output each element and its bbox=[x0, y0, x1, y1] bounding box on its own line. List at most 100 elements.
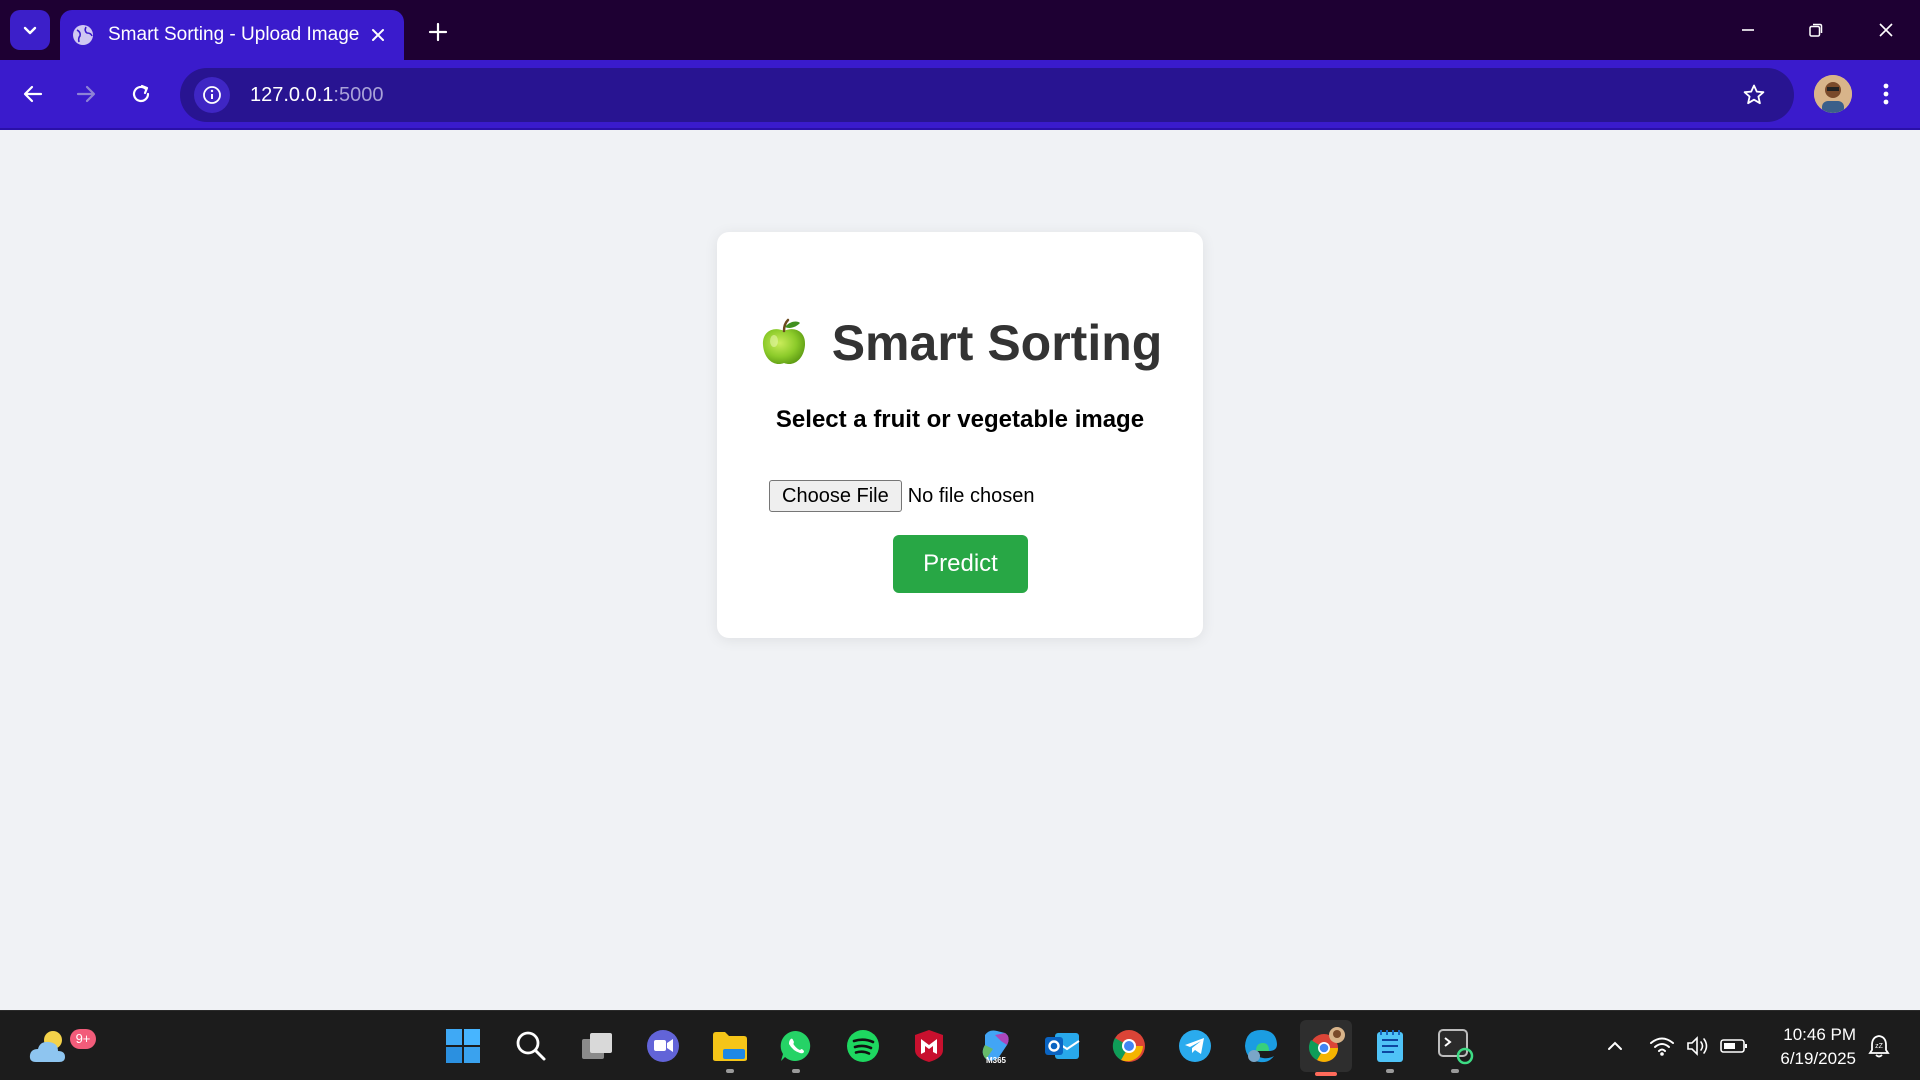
chrome-button[interactable] bbox=[1106, 1023, 1152, 1069]
windows-start-icon bbox=[446, 1029, 480, 1063]
site-info-button[interactable] bbox=[194, 77, 230, 113]
browser-menu-button[interactable] bbox=[1868, 74, 1904, 114]
green-apple-icon bbox=[762, 318, 805, 365]
file-status-text: No file chosen bbox=[907, 484, 1035, 507]
file-explorer-icon bbox=[713, 1032, 747, 1061]
plus-icon bbox=[428, 22, 448, 42]
telegram-button[interactable] bbox=[1172, 1023, 1218, 1069]
close-icon bbox=[1879, 23, 1893, 37]
start-button[interactable] bbox=[440, 1023, 486, 1069]
address-bar[interactable]: 127.0.0.1:5000 bbox=[180, 68, 1794, 122]
profile-avatar[interactable] bbox=[1814, 75, 1852, 113]
outlook-icon bbox=[1045, 1033, 1080, 1059]
outlook-button[interactable] bbox=[1039, 1023, 1085, 1069]
teams-icon bbox=[647, 1030, 679, 1062]
task-view-button[interactable] bbox=[574, 1023, 620, 1069]
tab-title: Smart Sorting - Upload Image bbox=[108, 24, 360, 45]
bookmark-button[interactable] bbox=[1736, 77, 1772, 113]
clock-date: 6/19/2025 bbox=[1780, 1049, 1856, 1068]
spotify-button[interactable] bbox=[840, 1023, 886, 1069]
minimize-button[interactable] bbox=[1728, 10, 1768, 50]
choose-file-button[interactable]: Choose File bbox=[769, 480, 902, 512]
running-indicator bbox=[1386, 1069, 1394, 1073]
chrome-profile-button[interactable] bbox=[1300, 1020, 1352, 1076]
browser-toolbar: 127.0.0.1:5000 bbox=[0, 60, 1920, 130]
arrow-right-icon bbox=[76, 85, 96, 103]
url-host: 127.0.0.1 bbox=[250, 83, 334, 106]
tab-close-button[interactable] bbox=[364, 21, 392, 49]
more-vert-icon bbox=[1883, 83, 1889, 105]
weather-cloud-icon bbox=[29, 1031, 65, 1062]
show-hidden-icons-button[interactable] bbox=[1600, 1031, 1630, 1061]
chevron-up-icon bbox=[1608, 1041, 1622, 1050]
chevron-down-icon bbox=[23, 26, 37, 35]
tab-search-button[interactable] bbox=[10, 10, 50, 50]
chrome-profile-icon bbox=[1308, 1027, 1345, 1062]
restore-icon bbox=[1809, 23, 1823, 37]
file-input[interactable]: Choose File No file chosen bbox=[769, 480, 1034, 512]
whatsapp-button[interactable] bbox=[773, 1023, 819, 1073]
active-indicator bbox=[1315, 1072, 1337, 1076]
spotify-icon bbox=[847, 1030, 879, 1062]
battery-icon bbox=[1720, 1039, 1747, 1053]
close-window-button[interactable] bbox=[1866, 10, 1906, 50]
weather-widget[interactable]: 9+ bbox=[24, 1021, 96, 1071]
star-icon bbox=[1743, 84, 1765, 105]
back-button[interactable] bbox=[13, 74, 53, 114]
notification-bell-icon: zZ bbox=[1868, 1035, 1890, 1058]
volume-button[interactable] bbox=[1683, 1031, 1713, 1061]
minimize-icon bbox=[1742, 29, 1754, 31]
volume-icon bbox=[1687, 1036, 1708, 1056]
edge-button[interactable] bbox=[1238, 1023, 1284, 1069]
url-text: 127.0.0.1:5000 bbox=[250, 84, 383, 107]
chrome-icon bbox=[1112, 1030, 1145, 1062]
upload-instruction: Select a fruit or vegetable image bbox=[775, 406, 1145, 433]
mcafee-button[interactable] bbox=[906, 1023, 952, 1069]
terminal-button[interactable] bbox=[1432, 1023, 1478, 1073]
search-icon bbox=[516, 1031, 546, 1061]
notepad-button[interactable] bbox=[1367, 1023, 1413, 1073]
url-port: :5000 bbox=[333, 83, 384, 106]
m365-copilot-button[interactable]: M365 bbox=[973, 1023, 1019, 1069]
running-indicator bbox=[792, 1069, 800, 1073]
page-viewport: Smart Sorting Select a fruit or vegetabl… bbox=[0, 132, 1920, 1010]
arrow-left-icon bbox=[23, 85, 43, 103]
notification-center-button[interactable]: zZ bbox=[1864, 1031, 1894, 1061]
edge-icon bbox=[1245, 1030, 1277, 1063]
windows-taskbar: 9+ M365 10:46 PM 6/19/2025 zZ bbox=[0, 1010, 1920, 1080]
close-icon bbox=[372, 29, 384, 41]
new-tab-button[interactable] bbox=[420, 14, 456, 50]
mcafee-icon bbox=[915, 1030, 943, 1062]
page-heading: Smart Sorting bbox=[717, 314, 1203, 372]
upload-card: Smart Sorting Select a fruit or vegetabl… bbox=[717, 232, 1203, 638]
file-explorer-button[interactable] bbox=[707, 1023, 753, 1073]
m365-label: M365 bbox=[986, 1056, 1007, 1065]
wifi-icon bbox=[1650, 1037, 1674, 1056]
info-icon bbox=[203, 86, 221, 104]
predict-button[interactable]: Predict bbox=[893, 535, 1028, 593]
forward-button[interactable] bbox=[66, 74, 106, 114]
battery-button[interactable] bbox=[1719, 1031, 1749, 1061]
terminal-icon bbox=[1438, 1029, 1474, 1065]
reload-icon bbox=[132, 84, 150, 103]
globe-icon bbox=[73, 25, 93, 45]
avatar-icon bbox=[1814, 75, 1852, 113]
reload-button[interactable] bbox=[121, 74, 161, 114]
page-title: Smart Sorting bbox=[831, 315, 1163, 371]
wifi-button[interactable] bbox=[1647, 1031, 1677, 1061]
running-indicator bbox=[1451, 1069, 1459, 1073]
running-indicator bbox=[726, 1069, 734, 1073]
system-clock[interactable]: 10:46 PM 6/19/2025 bbox=[1760, 1023, 1856, 1071]
whatsapp-icon bbox=[780, 1030, 811, 1061]
search-button[interactable] bbox=[508, 1023, 554, 1069]
svg-text:zZ: zZ bbox=[1875, 1043, 1884, 1050]
teams-button[interactable] bbox=[640, 1023, 686, 1069]
tab-active[interactable]: Smart Sorting - Upload Image bbox=[60, 10, 404, 60]
browser-tabstrip: Smart Sorting - Upload Image bbox=[0, 0, 1920, 60]
restore-button[interactable] bbox=[1796, 10, 1836, 50]
notification-badge: 9+ bbox=[70, 1029, 96, 1049]
m365-copilot-icon: M365 bbox=[982, 1030, 1009, 1065]
task-view-icon bbox=[582, 1033, 612, 1059]
clock-time: 10:46 PM bbox=[1783, 1025, 1856, 1044]
telegram-icon bbox=[1179, 1030, 1211, 1062]
